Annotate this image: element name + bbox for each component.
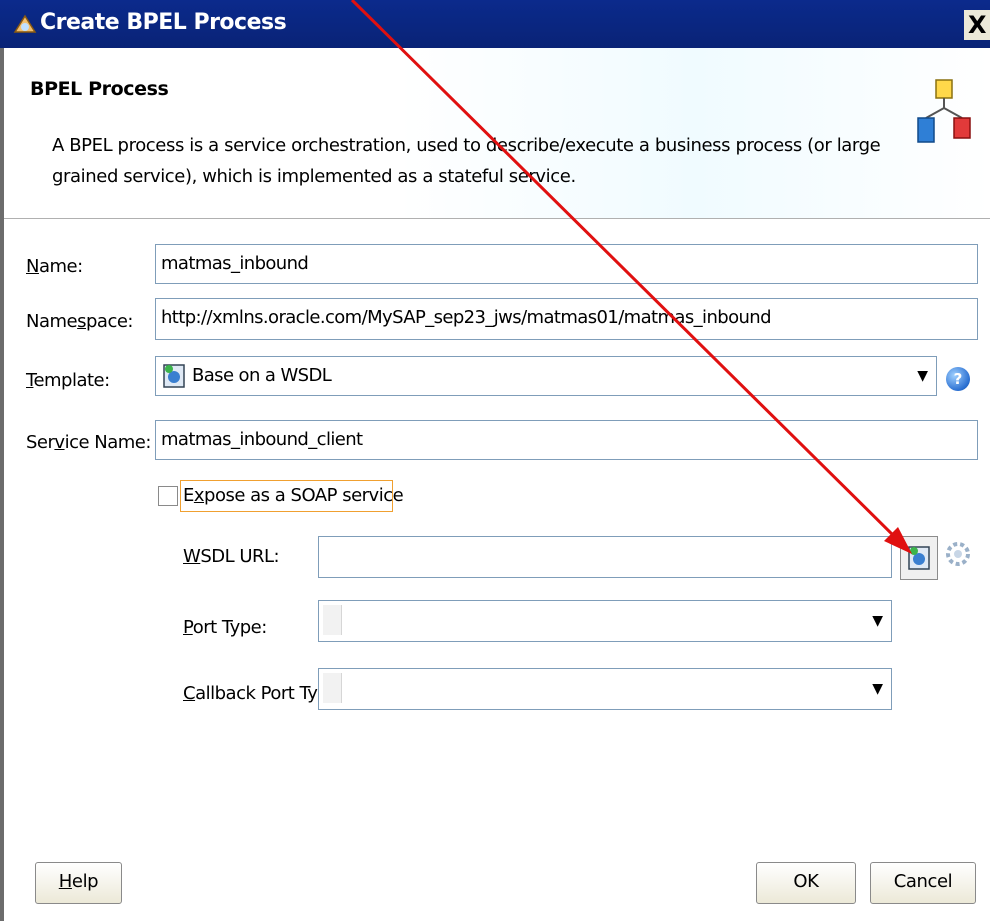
help-button[interactable]: Help bbox=[35, 862, 122, 904]
wsdl-icon bbox=[163, 364, 185, 388]
browse-wsdl-button[interactable] bbox=[900, 536, 938, 580]
name-field[interactable]: matmas_inbound bbox=[155, 244, 978, 284]
chevron-down-icon: ▼ bbox=[872, 613, 883, 629]
ok-button[interactable]: OK bbox=[756, 862, 856, 904]
callback-port-type-select[interactable]: ▼ bbox=[318, 668, 892, 710]
chevron-down-icon: ▼ bbox=[872, 681, 883, 697]
help-icon[interactable]: ? bbox=[946, 367, 970, 391]
service-name-field[interactable]: matmas_inbound_client bbox=[155, 420, 978, 460]
window-title: Create BPEL Process bbox=[40, 10, 287, 35]
wsdl-url-field[interactable] bbox=[318, 536, 892, 578]
namespace-label: Namespace: bbox=[26, 311, 134, 332]
bpel-process-icon bbox=[13, 14, 37, 33]
combo-edge bbox=[323, 673, 342, 703]
gear-icon[interactable] bbox=[944, 540, 972, 568]
template-value: Base on a WSDL bbox=[192, 365, 332, 386]
template-label: Template: bbox=[26, 370, 110, 391]
namespace-field[interactable]: http://xmlns.oracle.com/MySAP_sep23_jws/… bbox=[155, 298, 978, 340]
cancel-button[interactable]: Cancel bbox=[870, 862, 976, 904]
chevron-down-icon: ▼ bbox=[917, 368, 928, 384]
name-label: Name: bbox=[26, 256, 83, 277]
browse-wsdl-icon bbox=[908, 546, 930, 570]
expose-soap-checkbox[interactable] bbox=[158, 486, 178, 506]
header-description: A BPEL process is a service orchestratio… bbox=[52, 135, 881, 187]
service-name-label: Service Name: bbox=[26, 432, 151, 453]
combo-edge bbox=[323, 605, 342, 635]
expose-soap-label[interactable]: Expose as a SOAP service bbox=[180, 480, 404, 512]
port-type-label: Port Type: bbox=[183, 617, 267, 638]
template-select[interactable]: Base on a WSDL ▼ bbox=[155, 356, 937, 396]
title-bar: Create BPEL Process X bbox=[0, 0, 990, 48]
port-type-select[interactable]: ▼ bbox=[318, 600, 892, 642]
header-title: BPEL Process bbox=[30, 78, 169, 100]
close-button[interactable]: X bbox=[964, 10, 990, 40]
wsdl-url-label: WSDL URL: bbox=[183, 546, 280, 567]
bpel-diagram-icon bbox=[917, 79, 971, 143]
